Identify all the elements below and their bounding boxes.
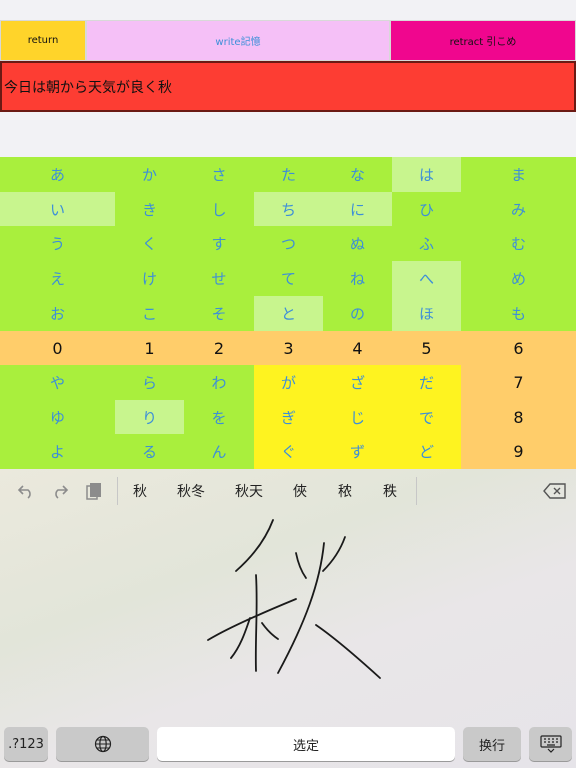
kana-key[interactable]: ま xyxy=(461,157,576,192)
kana-key[interactable]: で xyxy=(392,400,461,434)
text-field[interactable]: 今日は朝から天気が良く秋 xyxy=(0,61,576,112)
digit-key[interactable]: 1 xyxy=(115,331,184,365)
kana-key[interactable]: き xyxy=(115,192,184,226)
kana-key[interactable]: り xyxy=(115,400,184,434)
digit-key[interactable]: 8 xyxy=(461,400,576,434)
kana-key[interactable]: じ xyxy=(323,400,392,434)
kana-key[interactable]: ち xyxy=(254,192,323,226)
kana-key[interactable]: ず xyxy=(323,434,392,469)
kana-key[interactable]: ひ xyxy=(392,192,461,226)
globe-key[interactable] xyxy=(56,727,149,761)
kana-key[interactable]: る xyxy=(115,434,184,469)
kana-key[interactable]: へ xyxy=(392,261,461,296)
kana-key[interactable]: に xyxy=(323,192,392,226)
top-button-bar: return write記憶 retract 引こめ xyxy=(0,20,576,61)
kana-key[interactable]: ね xyxy=(323,261,392,296)
keyboard-dismiss-key[interactable] xyxy=(529,727,572,761)
kana-key[interactable]: を xyxy=(184,400,254,434)
redo-icon[interactable] xyxy=(50,481,70,501)
digit-key[interactable]: 5 xyxy=(392,331,461,365)
kana-key[interactable]: し xyxy=(184,192,254,226)
kana-key[interactable]: た xyxy=(254,157,323,192)
kana-key[interactable]: せ xyxy=(184,261,254,296)
kana-key[interactable]: ぐ xyxy=(254,434,323,469)
kana-key[interactable]: ぎ xyxy=(254,400,323,434)
return-button[interactable]: return xyxy=(0,20,86,61)
kana-key[interactable]: あ xyxy=(0,157,115,192)
newline-key[interactable]: 换行 xyxy=(463,727,521,761)
kana-key[interactable]: こ xyxy=(115,296,184,331)
keyboard-dismiss-icon xyxy=(539,735,562,753)
kana-key[interactable]: ほ xyxy=(392,296,461,331)
keyboard-bottom-row: .?123 选定 换行 xyxy=(0,727,576,765)
kana-key[interactable]: よ xyxy=(0,434,115,469)
candidate-1[interactable]: 秋 xyxy=(133,481,147,501)
digit-key[interactable]: 3 xyxy=(254,331,323,365)
kana-key[interactable]: の xyxy=(323,296,392,331)
kana-key[interactable]: け xyxy=(115,261,184,296)
globe-icon xyxy=(94,735,111,753)
kana-key[interactable]: そ xyxy=(184,296,254,331)
kana-key[interactable]: も xyxy=(461,296,576,331)
digit-key[interactable]: 7 xyxy=(461,365,576,400)
confirm-space-key[interactable]: 选定 xyxy=(157,727,455,761)
symbols-key[interactable]: .?123 xyxy=(4,727,48,761)
digit-key[interactable]: 0 xyxy=(0,331,115,365)
digit-key[interactable]: 4 xyxy=(323,331,392,365)
kana-key[interactable]: つ xyxy=(254,226,323,261)
kana-key[interactable]: お xyxy=(0,296,115,331)
candidate-6[interactable]: 秩 xyxy=(383,481,397,501)
kana-key[interactable]: ら xyxy=(115,365,184,400)
handwritten-stroke-drawing xyxy=(207,519,381,756)
candidate-separator xyxy=(117,477,118,505)
undo-icon[interactable] xyxy=(16,481,36,501)
digit-key[interactable]: 9 xyxy=(461,434,576,469)
clipboard-icon[interactable] xyxy=(84,481,104,501)
kana-key[interactable]: ん xyxy=(184,434,254,469)
candidate-4[interactable]: 俠 xyxy=(293,481,307,501)
write-memory-button[interactable]: write記憶 xyxy=(86,20,390,61)
candidate-2[interactable]: 秋冬 xyxy=(177,481,205,501)
kana-key[interactable]: な xyxy=(323,157,392,192)
candidate-5[interactable]: 秾 xyxy=(338,481,352,501)
kana-key[interactable]: が xyxy=(254,365,323,400)
kana-key[interactable]: ざ xyxy=(323,365,392,400)
kana-key[interactable]: だ xyxy=(392,365,461,400)
digit-key[interactable]: 6 xyxy=(461,331,576,365)
handwriting-keyboard: 秋 秋冬 秋天 俠 秾 秩 .?123 选定 换行 xyxy=(0,469,576,768)
kana-key[interactable]: と xyxy=(254,296,323,331)
kana-key[interactable]: は xyxy=(392,157,461,192)
candidate-bar: 秋 秋冬 秋天 俠 秾 秩 xyxy=(0,469,576,513)
kana-key[interactable]: て xyxy=(254,261,323,296)
kana-key[interactable]: く xyxy=(115,226,184,261)
kana-key[interactable]: み xyxy=(461,192,576,226)
kana-key[interactable]: す xyxy=(184,226,254,261)
kana-key[interactable]: ふ xyxy=(392,226,461,261)
kana-key[interactable]: や xyxy=(0,365,115,400)
kana-key[interactable]: か xyxy=(115,157,184,192)
kana-key[interactable]: め xyxy=(461,261,576,296)
retract-button[interactable]: retract 引こめ xyxy=(390,20,576,61)
kana-key[interactable]: わ xyxy=(184,365,254,400)
kana-key[interactable]: ぬ xyxy=(323,226,392,261)
kana-key[interactable]: え xyxy=(0,261,115,296)
candidate-separator xyxy=(416,477,417,505)
candidate-3[interactable]: 秋天 xyxy=(235,481,263,501)
kana-grid: あいうえお0やゆよ かきくけこ1らりる さしすせそ2わをん たちつてと3がぎぐ なにぬね… xyxy=(0,157,576,469)
digit-key[interactable]: 2 xyxy=(184,331,254,365)
kana-key[interactable]: う xyxy=(0,226,115,261)
kana-key[interactable]: さ xyxy=(184,157,254,192)
kana-key[interactable]: い xyxy=(0,192,115,226)
handwriting-canvas[interactable] xyxy=(0,513,576,756)
kana-key[interactable]: む xyxy=(461,226,576,261)
delete-icon[interactable] xyxy=(542,481,568,501)
kana-key[interactable]: ゆ xyxy=(0,400,115,434)
kana-key[interactable]: ど xyxy=(392,434,461,469)
text-field-value: 今日は朝から天気が良く秋 xyxy=(4,79,172,96)
